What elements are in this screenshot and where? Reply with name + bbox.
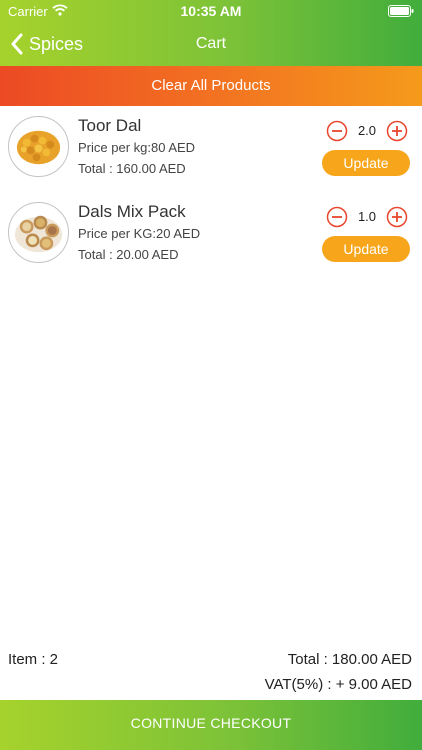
cart-item-dals-mix-pack: Dals Mix Pack Price per KG:20 AED Total … xyxy=(0,192,422,278)
plus-circle-icon xyxy=(386,206,408,228)
dals-mix-image xyxy=(8,202,69,263)
update-button[interactable]: Update xyxy=(322,236,410,262)
status-bar: Carrier 10:35 AM xyxy=(0,0,422,22)
update-button[interactable]: Update xyxy=(322,150,410,176)
cart-item-toor-dal: Toor Dal Price per kg:80 AED Total : 160… xyxy=(0,106,422,192)
plus-circle-icon xyxy=(386,120,408,142)
total-amount: Total : 180.00 AED xyxy=(287,651,412,668)
quantity-value: 2.0 xyxy=(357,123,377,138)
page-title: Cart xyxy=(195,35,227,52)
vat-amount: VAT(5%) : + 9.00 AED xyxy=(264,676,412,693)
clear-all-products-button[interactable]: Clear All Products xyxy=(0,66,422,106)
cart-list: Toor Dal Price per kg:80 AED Total : 160… xyxy=(0,106,422,278)
navigation-bar: Spices Cart xyxy=(0,24,422,64)
quantity-stepper: 2.0 xyxy=(324,120,408,142)
continue-checkout-button[interactable]: CONTINUE CHECKOUT xyxy=(0,700,422,750)
product-name: Dals Mix Pack xyxy=(78,202,186,221)
product-name: Toor Dal xyxy=(78,116,142,135)
product-total: Total : 160.00 AED xyxy=(78,161,186,176)
minus-circle-icon xyxy=(326,120,348,142)
cart-summary: Item : 2 Total : 180.00 AED VAT(5%) : + … xyxy=(0,648,422,700)
quantity-stepper: 1.0 xyxy=(324,206,408,228)
increase-quantity-button[interactable] xyxy=(386,120,408,142)
battery-icon xyxy=(388,5,414,17)
increase-quantity-button[interactable] xyxy=(386,206,408,228)
product-total: Total : 20.00 AED xyxy=(78,247,179,262)
product-price: Price per KG:20 AED xyxy=(78,226,201,241)
minus-circle-icon xyxy=(326,206,348,228)
quantity-value: 1.0 xyxy=(357,209,377,224)
decrease-quantity-button[interactable] xyxy=(326,120,348,142)
toor-dal-image xyxy=(8,116,69,177)
item-count: Item : 2 xyxy=(8,651,59,668)
product-price: Price per kg:80 AED xyxy=(78,140,196,155)
decrease-quantity-button[interactable] xyxy=(326,206,348,228)
status-time: 10:35 AM xyxy=(180,3,242,19)
app-header: Carrier 10:35 AM Spices Cart xyxy=(0,0,422,66)
